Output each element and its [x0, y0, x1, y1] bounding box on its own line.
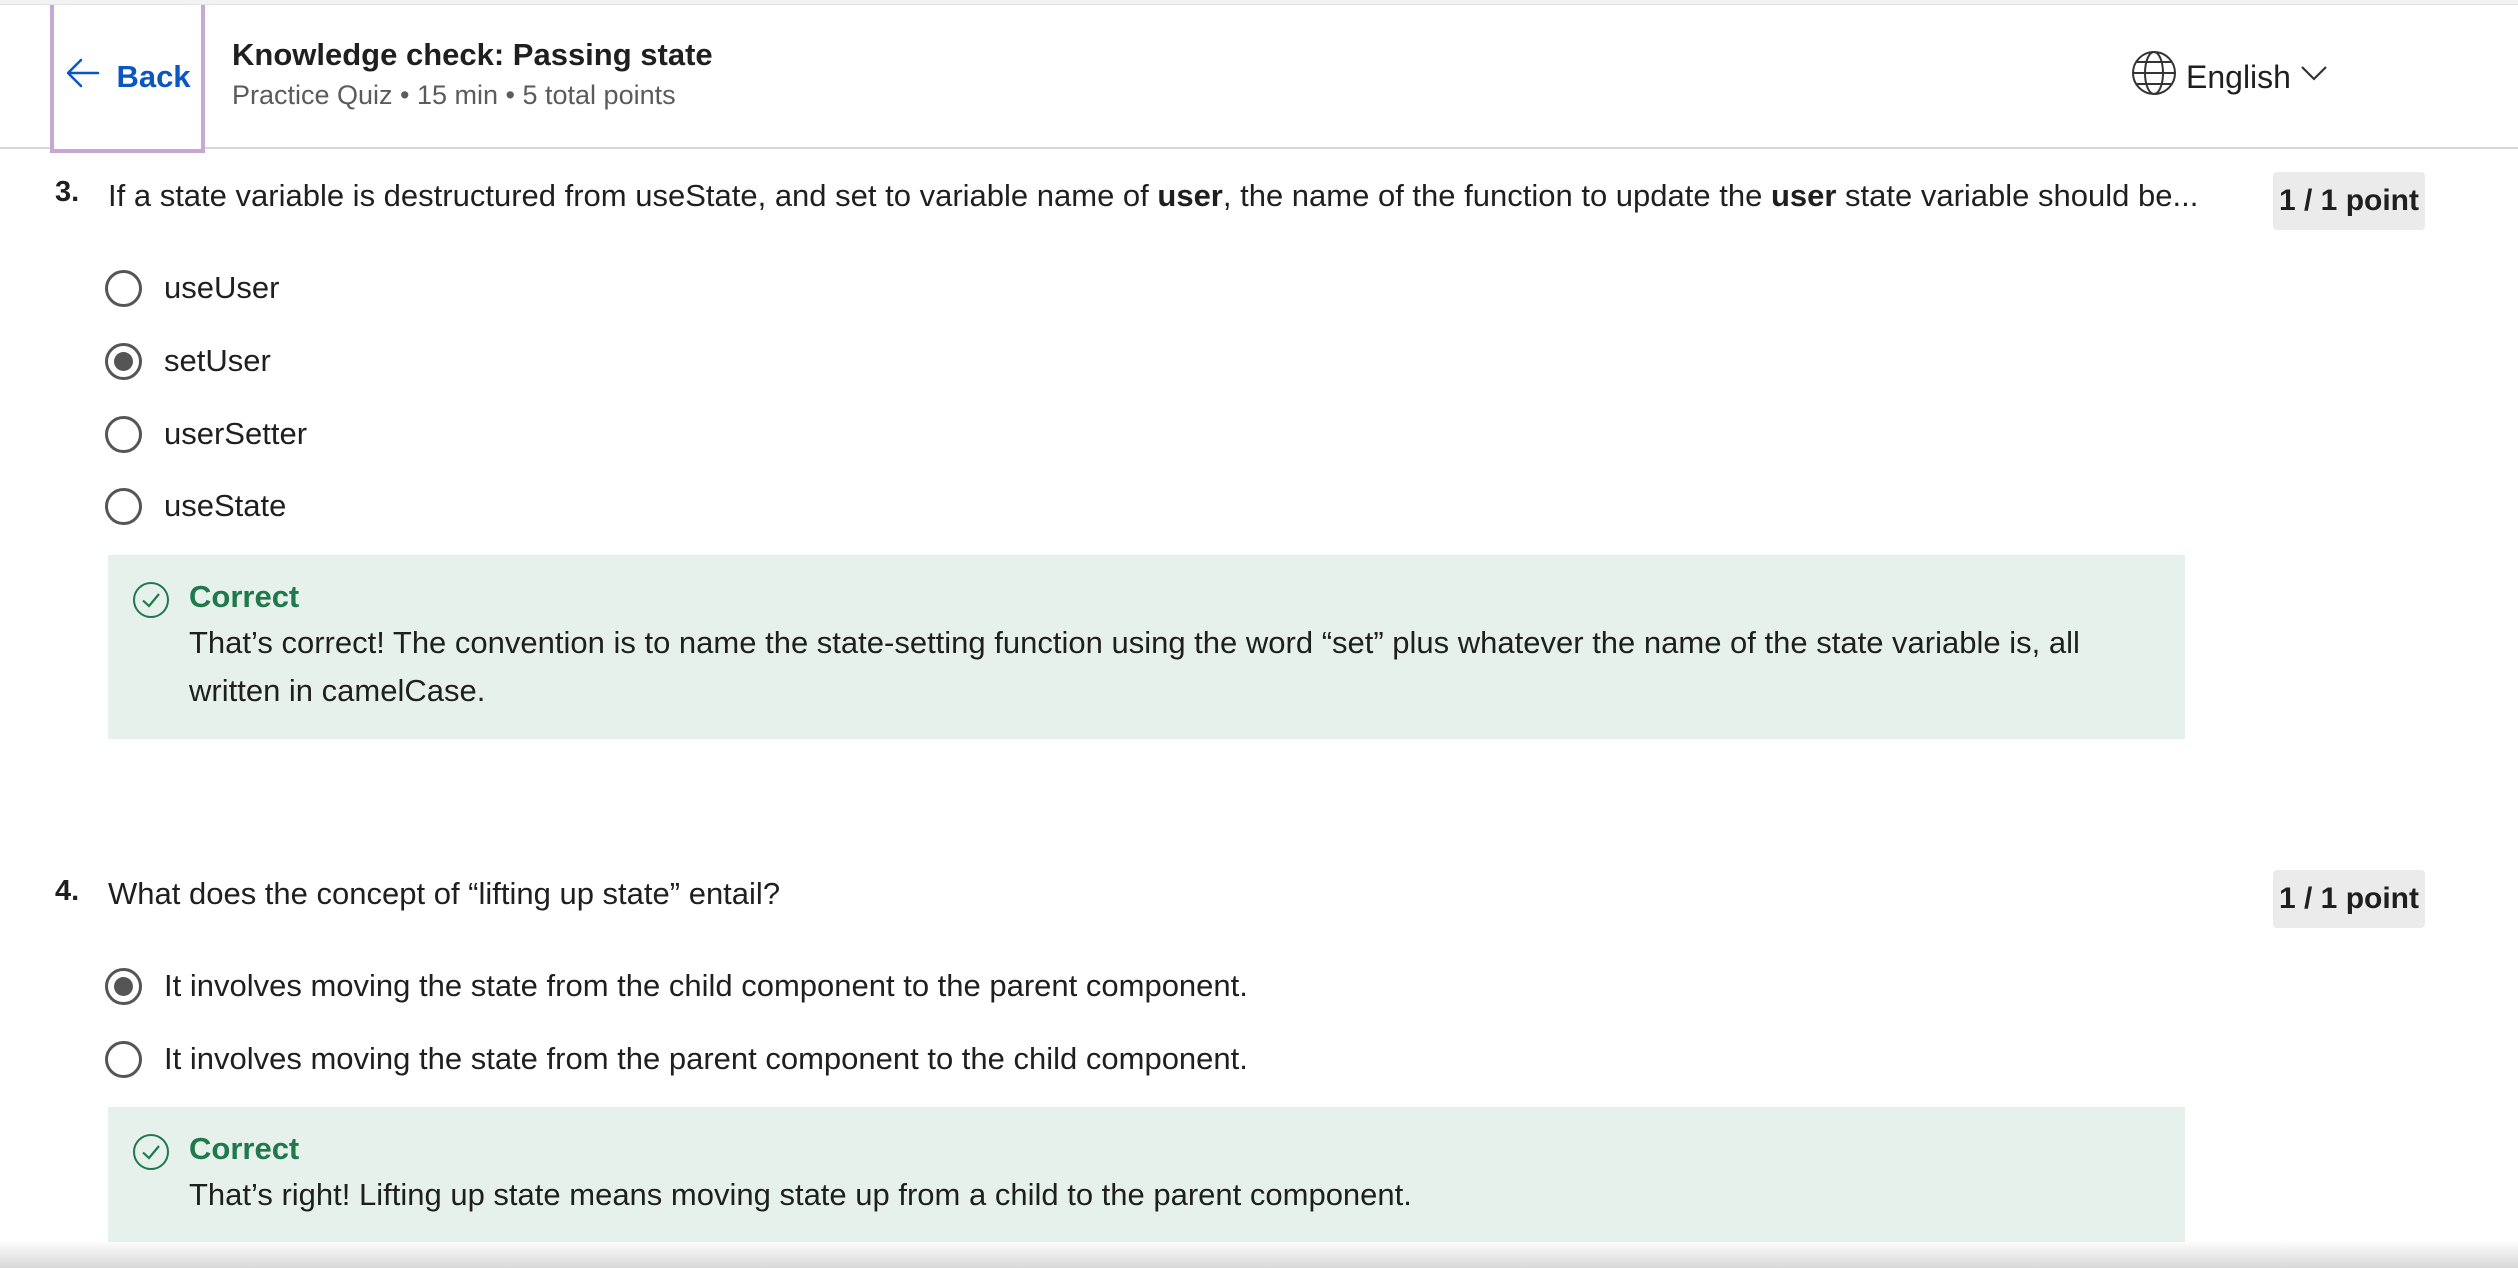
- question-number: 3.: [55, 176, 80, 208]
- arrow-left-icon: [64, 54, 102, 100]
- globe-icon: [2130, 49, 2178, 105]
- option-label: userSetter: [164, 416, 308, 451]
- option-label: setUser: [164, 343, 271, 378]
- quiz-header: Back Knowledge check: Passing state Prac…: [0, 5, 2518, 153]
- question-text-part: If a state variable is destructured from…: [108, 178, 1158, 213]
- radio-button-selected[interactable]: [105, 967, 142, 1005]
- language-label: English: [2186, 58, 2291, 95]
- option-userSetter[interactable]: userSetter: [105, 412, 307, 456]
- scroll-shadow: [0, 1240, 2518, 1268]
- back-label: Back: [116, 59, 191, 94]
- question-text-bold: user: [1157, 178, 1223, 213]
- feedback-title: Correct: [189, 579, 300, 614]
- check-circle-icon: [132, 1133, 170, 1171]
- option-useState[interactable]: useState: [105, 484, 286, 528]
- quiz-meta: Practice Quiz • 15 min • 5 total points: [232, 80, 676, 110]
- radio-button-selected[interactable]: [105, 342, 142, 380]
- radio-button[interactable]: [105, 269, 142, 307]
- radio-button[interactable]: [105, 415, 142, 453]
- question-text-part: , the name of the function to update the: [1222, 178, 1771, 213]
- feedback-title: Correct: [189, 1131, 300, 1166]
- quiz-title-block: Knowledge check: Passing state Practice …: [232, 35, 713, 113]
- question-number: 4.: [55, 875, 80, 907]
- feedback-text: That’s correct! The convention is to nam…: [189, 625, 2080, 708]
- check-circle-icon: [132, 581, 170, 619]
- radio-button[interactable]: [105, 487, 142, 525]
- question-text: If a state variable is destructured from…: [108, 178, 2198, 214]
- option-label: It involves moving the state from the pa…: [164, 1041, 1248, 1076]
- back-button[interactable]: Back: [50, 5, 205, 153]
- option-useUser[interactable]: useUser: [105, 266, 279, 310]
- radio-button[interactable]: [105, 1040, 142, 1078]
- option-label: It involves moving the state from the ch…: [164, 968, 1248, 1003]
- option-parent-to-child[interactable]: It involves moving the state from the pa…: [105, 1037, 1248, 1081]
- question-text-bold: user: [1770, 178, 1837, 213]
- option-child-to-parent[interactable]: It involves moving the state from the ch…: [105, 964, 1248, 1008]
- feedback-box: Correct That’s correct! The convention i…: [108, 555, 2185, 739]
- option-label: useState: [164, 488, 287, 523]
- page-title: Knowledge check: Passing state: [232, 37, 713, 72]
- feedback-box: Correct That’s right! Lifting up state m…: [108, 1107, 2185, 1242]
- option-label: useUser: [164, 270, 280, 305]
- question-text-part: state variable should be...: [1836, 178, 2199, 213]
- points-badge: 1 / 1 point: [2273, 870, 2425, 928]
- feedback-text: That’s right! Lifting up state means mov…: [189, 1177, 1412, 1212]
- option-setUser[interactable]: setUser: [105, 339, 271, 383]
- question-text: What does the concept of “lifting up sta…: [108, 876, 781, 911]
- chevron-down-icon: [2299, 58, 2329, 96]
- points-badge: 1 / 1 point: [2273, 172, 2425, 230]
- language-selector[interactable]: English: [2130, 51, 2329, 101]
